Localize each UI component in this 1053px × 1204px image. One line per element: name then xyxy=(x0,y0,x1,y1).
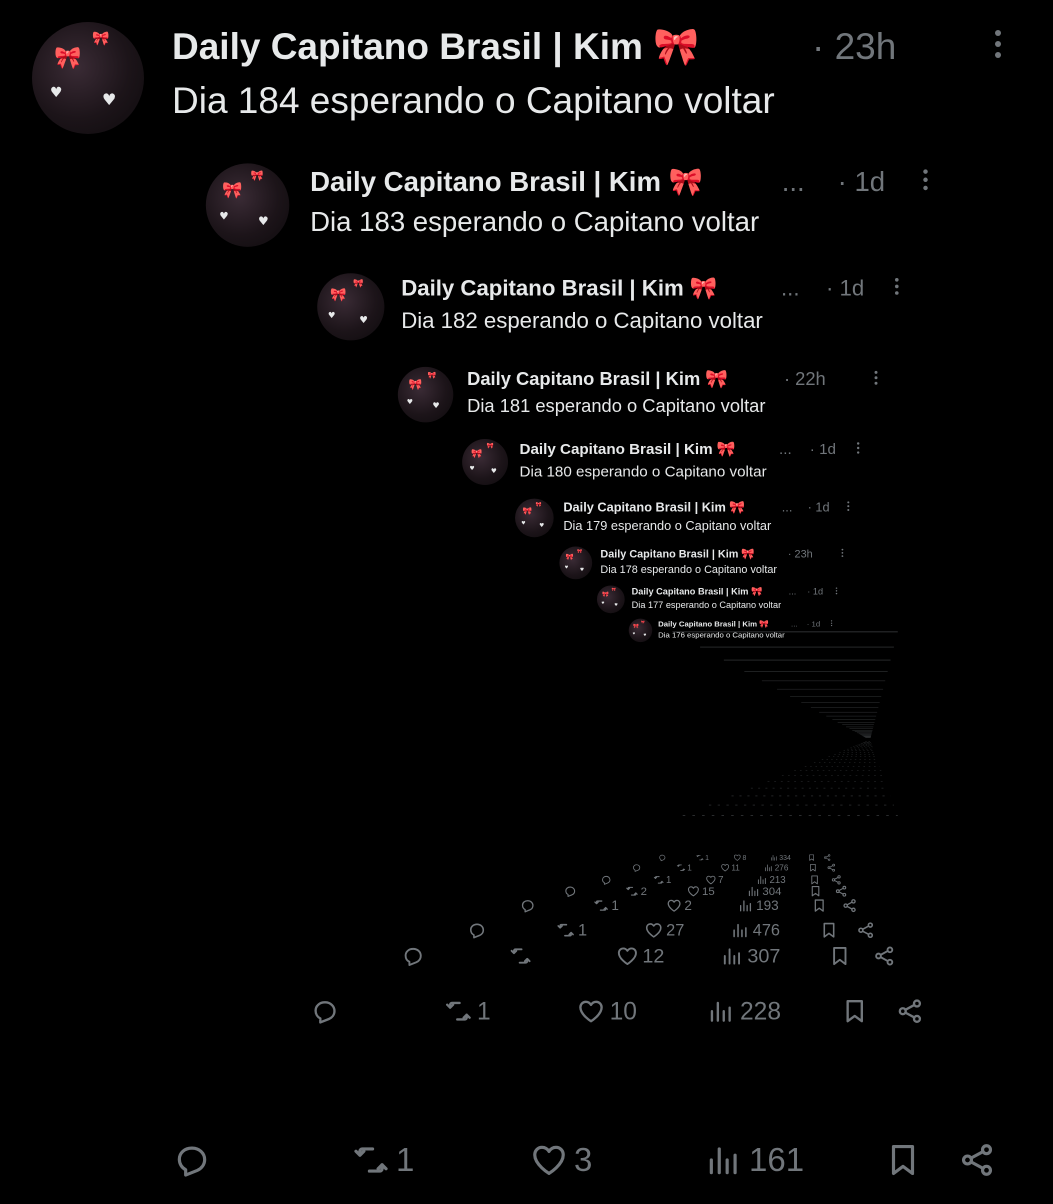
bookmark-button[interactable] xyxy=(884,1130,922,1190)
tweet[interactable]: 🎀 🎀 ♥ ♥ Daily Capitano Brasil | Kim 🎀 · … xyxy=(0,0,1053,1200)
tweet-text: Dia 184 esperando o Capitano voltar xyxy=(172,80,775,121)
bookmark-icon xyxy=(891,1144,915,1176)
share-button[interactable] xyxy=(958,1130,996,1190)
like-button[interactable]: 3 xyxy=(530,1130,592,1190)
heart-decoration: ♥ xyxy=(50,85,63,101)
action-bar: 1 3 161 xyxy=(0,1130,1053,1190)
bow-decoration: 🎀 xyxy=(92,31,110,47)
reply-button[interactable] xyxy=(173,1130,217,1190)
repost-button[interactable]: 1 xyxy=(352,1130,414,1190)
bow-decoration: 🎀 xyxy=(54,46,82,71)
like-count: 3 xyxy=(574,1141,593,1178)
views-icon xyxy=(709,1147,737,1175)
avatar[interactable]: 🎀 🎀 ♥ ♥ xyxy=(32,22,144,134)
timestamp[interactable]: · 23h xyxy=(812,26,896,68)
heart-icon xyxy=(533,1145,565,1176)
recursive-tweet-screenshot: 🎀 🎀 ♥ ♥ Daily Capitano Brasil | Kim 🎀 · … xyxy=(0,0,1053,1200)
share-icon xyxy=(961,1144,993,1176)
views-button[interactable]: 161 xyxy=(705,1130,804,1190)
heart-decoration: ♥ xyxy=(102,90,117,109)
repost-count: 1 xyxy=(396,1141,415,1178)
reply-icon xyxy=(177,1146,207,1177)
display-name[interactable]: Daily Capitano Brasil | Kim 🎀 xyxy=(172,26,699,69)
repost-icon xyxy=(354,1147,388,1173)
more-icon[interactable] xyxy=(990,26,1006,66)
views-count: 161 xyxy=(749,1141,805,1178)
